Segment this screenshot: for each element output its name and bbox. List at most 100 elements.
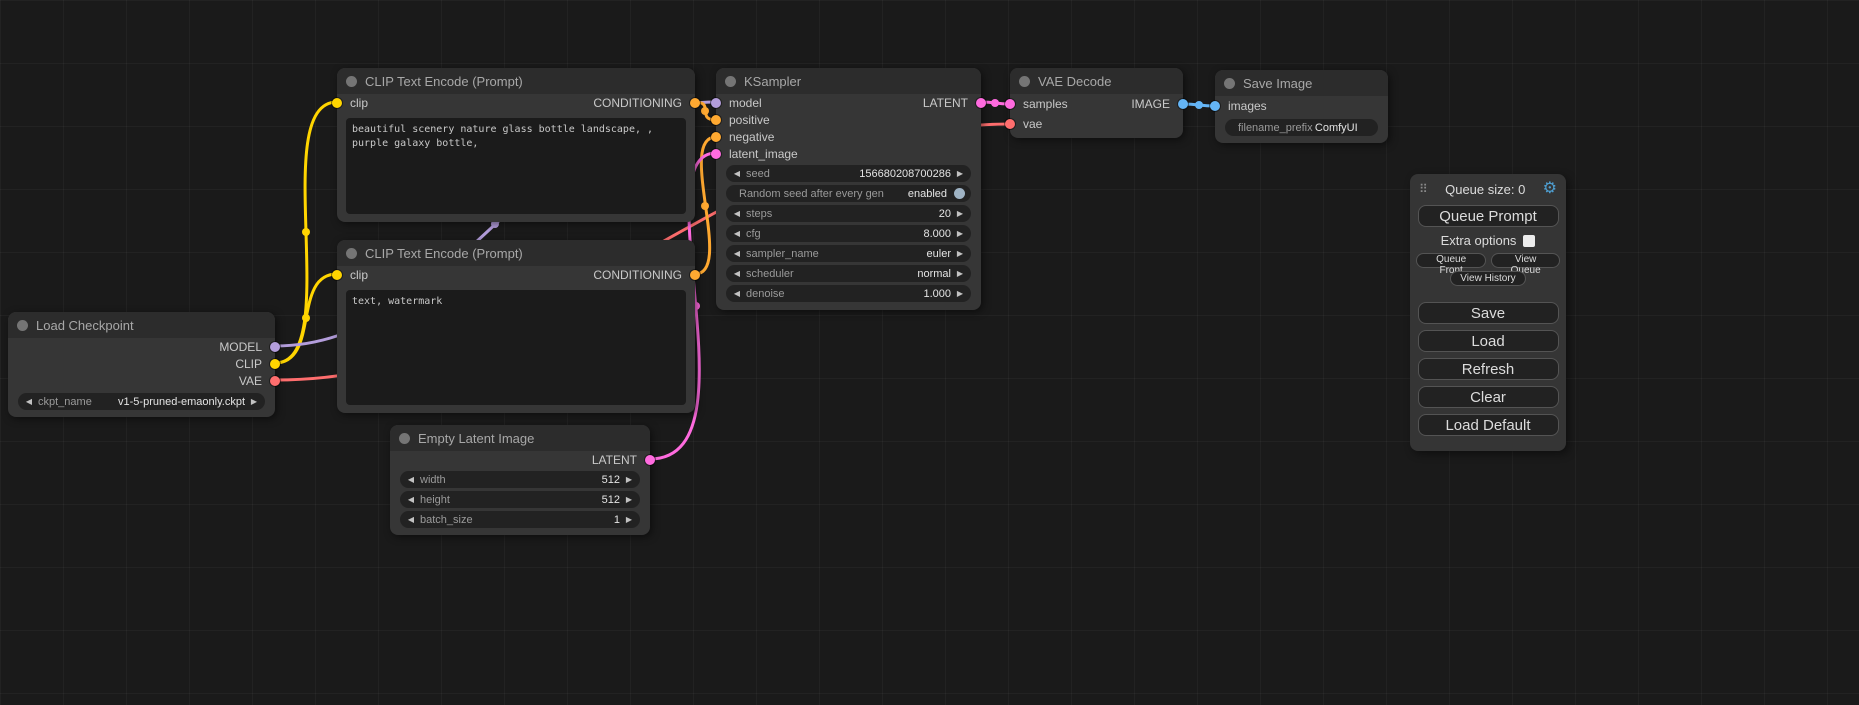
node-title-bar[interactable]: Load Checkpoint <box>8 312 275 338</box>
widget-name: steps <box>744 208 772 220</box>
view-queue-button[interactable]: View Queue <box>1491 253 1560 268</box>
decrement-arrow-icon[interactable] <box>730 285 744 302</box>
node-vae-decode[interactable]: VAE Decode samples IMAGE vae <box>1010 68 1183 138</box>
input-slot-negative[interactable] <box>711 132 721 142</box>
collapse-dot-icon[interactable] <box>17 320 28 331</box>
decrement-arrow-icon[interactable] <box>404 491 418 508</box>
widget-sampler-name[interactable]: sampler_name euler <box>726 245 971 262</box>
output-slot-latent[interactable] <box>645 455 655 465</box>
output-label-vae: VAE <box>239 374 262 388</box>
output-slot-clip[interactable] <box>270 359 280 369</box>
input-slot-positive[interactable] <box>711 115 721 125</box>
increment-arrow-icon[interactable] <box>953 225 967 242</box>
extra-options-row: Extra options <box>1416 233 1560 248</box>
node-save-image[interactable]: Save Image images filename_prefix ComfyU… <box>1215 70 1388 143</box>
collapse-dot-icon[interactable] <box>346 76 357 87</box>
prev-value-arrow-icon[interactable] <box>730 265 744 282</box>
output-label-clip: CLIP <box>235 357 262 371</box>
toggle-knob-icon[interactable] <box>954 188 965 199</box>
node-title-bar[interactable]: KSampler <box>716 68 981 94</box>
node-title-bar[interactable]: CLIP Text Encode (Prompt) <box>337 68 695 94</box>
decrement-arrow-icon[interactable] <box>730 225 744 242</box>
load-default-button[interactable]: Load Default <box>1418 414 1559 436</box>
refresh-button[interactable]: Refresh <box>1418 358 1559 380</box>
link-clip-to-negative-prompt <box>275 274 337 363</box>
output-slot-vae[interactable] <box>270 376 280 386</box>
settings-gear-icon[interactable] <box>1543 181 1557 197</box>
input-slot-clip[interactable] <box>332 98 342 108</box>
output-slot-model[interactable] <box>270 342 280 352</box>
input-slot-latent-image[interactable] <box>711 149 721 159</box>
increment-arrow-icon[interactable] <box>953 205 967 222</box>
node-title-bar[interactable]: CLIP Text Encode (Prompt) <box>337 240 695 266</box>
widget-cfg[interactable]: cfg 8.000 <box>726 225 971 242</box>
collapse-dot-icon[interactable] <box>1019 76 1030 87</box>
decrement-arrow-icon[interactable] <box>730 165 744 182</box>
collapse-dot-icon[interactable] <box>725 76 736 87</box>
decrement-arrow-icon[interactable] <box>730 205 744 222</box>
widget-batch-size[interactable]: batch_size 1 <box>400 511 640 528</box>
decrement-arrow-icon[interactable] <box>404 471 418 488</box>
collapse-dot-icon[interactable] <box>346 248 357 259</box>
widget-width[interactable]: width 512 <box>400 471 640 488</box>
node-empty-latent-image[interactable]: Empty Latent Image LATENT width 512 heig… <box>390 425 650 535</box>
input-slot-images[interactable] <box>1210 101 1220 111</box>
node-ksampler[interactable]: KSampler model LATENT positive negative … <box>716 68 981 310</box>
drag-handle-icon[interactable] <box>1419 180 1428 198</box>
input-slot-samples[interactable] <box>1005 99 1015 109</box>
node-title-bar[interactable]: Save Image <box>1215 70 1388 96</box>
widget-value: normal <box>917 268 953 280</box>
widget-filename-prefix[interactable]: filename_prefix ComfyUI <box>1225 119 1378 136</box>
collapse-dot-icon[interactable] <box>1224 78 1235 89</box>
input-label-samples: samples <box>1023 97 1068 111</box>
next-value-arrow-icon[interactable] <box>247 393 261 410</box>
input-slot-model[interactable] <box>711 98 721 108</box>
widget-seed[interactable]: seed 156680208700286 <box>726 165 971 182</box>
increment-arrow-icon[interactable] <box>622 471 636 488</box>
widget-steps[interactable]: steps 20 <box>726 205 971 222</box>
extra-options-checkbox[interactable] <box>1523 235 1535 247</box>
node-load-checkpoint[interactable]: Load Checkpoint MODEL CLIP VAE ckpt_name… <box>8 312 275 417</box>
node-title-bar[interactable]: Empty Latent Image <box>390 425 650 451</box>
node-clip-text-encode-positive[interactable]: CLIP Text Encode (Prompt) clip CONDITION… <box>337 68 695 222</box>
prompt-text-area[interactable]: beautiful scenery nature glass bottle la… <box>346 118 686 214</box>
increment-arrow-icon[interactable] <box>622 511 636 528</box>
widget-ckpt-name[interactable]: ckpt_name v1-5-pruned-emaonly.ckpt <box>18 393 265 410</box>
widget-value: 512 <box>602 474 622 486</box>
input-slot-clip[interactable] <box>332 270 342 280</box>
widget-height[interactable]: height 512 <box>400 491 640 508</box>
widget-denoise[interactable]: denoise 1.000 <box>726 285 971 302</box>
next-value-arrow-icon[interactable] <box>953 245 967 262</box>
slot-row: positive <box>716 111 981 128</box>
prev-value-arrow-icon[interactable] <box>730 245 744 262</box>
output-slot-conditioning[interactable] <box>690 98 700 108</box>
increment-arrow-icon[interactable] <box>953 285 967 302</box>
slot-row: clip CONDITIONING <box>337 266 695 283</box>
increment-arrow-icon[interactable] <box>622 491 636 508</box>
save-button[interactable]: Save <box>1418 302 1559 324</box>
queue-front-button[interactable]: Queue Front <box>1416 253 1486 268</box>
clear-button[interactable]: Clear <box>1418 386 1559 408</box>
output-slot-conditioning[interactable] <box>690 270 700 280</box>
widget-name: batch_size <box>418 514 473 526</box>
input-slot-vae[interactable] <box>1005 119 1015 129</box>
link-midpoint-dot <box>1195 101 1203 109</box>
load-button[interactable]: Load <box>1418 330 1559 352</box>
widget-name: filename_prefix <box>1229 122 1313 134</box>
prev-value-arrow-icon[interactable] <box>22 393 36 410</box>
widget-random-seed-toggle[interactable]: Random seed after every gen enabled <box>726 185 971 202</box>
output-slot-latent[interactable] <box>976 98 986 108</box>
node-clip-text-encode-negative[interactable]: CLIP Text Encode (Prompt) clip CONDITION… <box>337 240 695 413</box>
view-history-button[interactable]: View History <box>1450 271 1525 286</box>
output-slot-image[interactable] <box>1178 99 1188 109</box>
queue-prompt-button[interactable]: Queue Prompt <box>1418 205 1559 227</box>
increment-arrow-icon[interactable] <box>953 165 967 182</box>
decrement-arrow-icon[interactable] <box>404 511 418 528</box>
node-title-bar[interactable]: VAE Decode <box>1010 68 1183 94</box>
next-value-arrow-icon[interactable] <box>953 265 967 282</box>
slot-row: images <box>1215 96 1388 116</box>
node-graph-canvas[interactable]: Load Checkpoint MODEL CLIP VAE ckpt_name… <box>0 0 1859 705</box>
prompt-text-area[interactable]: text, watermark <box>346 290 686 405</box>
collapse-dot-icon[interactable] <box>399 433 410 444</box>
widget-scheduler[interactable]: scheduler normal <box>726 265 971 282</box>
